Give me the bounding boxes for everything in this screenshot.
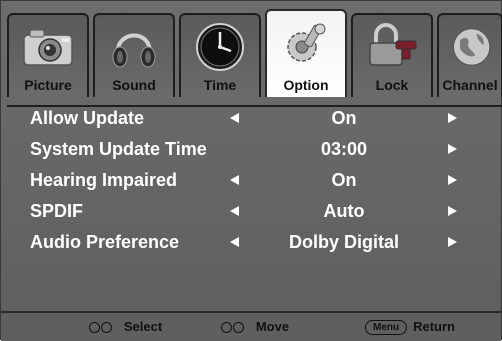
tab-label: Sound [112,77,156,93]
tab-picture[interactable]: Picture [7,13,89,97]
menu-item-value: On [331,108,357,128]
tab-label: Channel [442,77,498,93]
arrow-right-icon[interactable] [448,113,457,123]
menu-row-spdif[interactable]: SPDIF Auto [1,196,501,227]
globe-icon [445,21,495,73]
footer-hint-bar: Select Move Menu Return [1,311,501,341]
headphones-icon [104,21,164,73]
arrow-left-icon[interactable] [230,175,239,185]
arrow-left-icon[interactable] [230,237,239,247]
tab-option[interactable]: Option [265,9,347,97]
hint-select-label: Select [123,319,163,334]
menu-item-value: Auto [323,201,365,221]
menu-row-hearing-impaired[interactable]: Hearing Impaired On [1,165,501,196]
clock-icon [190,21,250,73]
menu-item-label: Hearing Impaired [30,170,178,190]
arrow-left-icon[interactable] [230,113,239,123]
tab-label: Time [203,77,237,93]
tab-channel[interactable]: Channel [437,13,502,97]
left-right-keys-icon [101,322,112,333]
tab-lock[interactable]: Lock [351,13,433,97]
tab-label: Option [283,77,329,93]
osd-frame: Picture Sound Time Option Lock Channel A… [0,0,502,341]
menu-row-system-update-time[interactable]: System Update Time 03:00 [1,134,501,165]
gears-icon [276,17,336,69]
tab-sound[interactable]: Sound [93,13,175,97]
up-down-keys-icon [221,322,232,333]
menu-row-allow-update[interactable]: Allow Update On [1,103,501,134]
left-right-keys-icon [89,322,100,333]
hint-return-label: Return [413,319,455,334]
menu-item-label: Allow Update [30,108,145,128]
menu-row-audio-preference[interactable]: Audio Preference Dolby Digital [1,227,501,258]
option-menu: Allow Update On System Update Time 03:00… [1,103,501,258]
camera-icon [18,21,78,73]
tab-label: Lock [375,77,409,93]
hint-move: Move [221,319,289,334]
menu-item-value: On [331,170,357,190]
hint-select: Select [89,319,162,334]
hint-return: Menu Return [365,319,455,335]
menu-item-value: 03:00 [320,139,368,159]
arrow-right-icon[interactable] [448,175,457,185]
arrow-left-icon[interactable] [230,206,239,216]
arrow-right-icon[interactable] [448,144,457,154]
arrow-right-icon[interactable] [448,237,457,247]
up-down-keys-icon [233,322,244,333]
arrow-right-icon[interactable] [448,206,457,216]
menu-item-value: Dolby Digital [288,232,399,252]
tab-label: Picture [24,77,72,93]
hint-move-label: Move [255,319,290,334]
menu-item-label: SPDIF [30,201,84,221]
tab-time[interactable]: Time [179,13,261,97]
padlock-icon [362,21,422,73]
menu-key-icon: Menu [365,320,408,335]
menu-item-label: Audio Preference [30,232,180,252]
tab-bar: Picture Sound Time Option Lock Channel [7,9,502,107]
menu-item-label: System Update Time [30,139,207,159]
